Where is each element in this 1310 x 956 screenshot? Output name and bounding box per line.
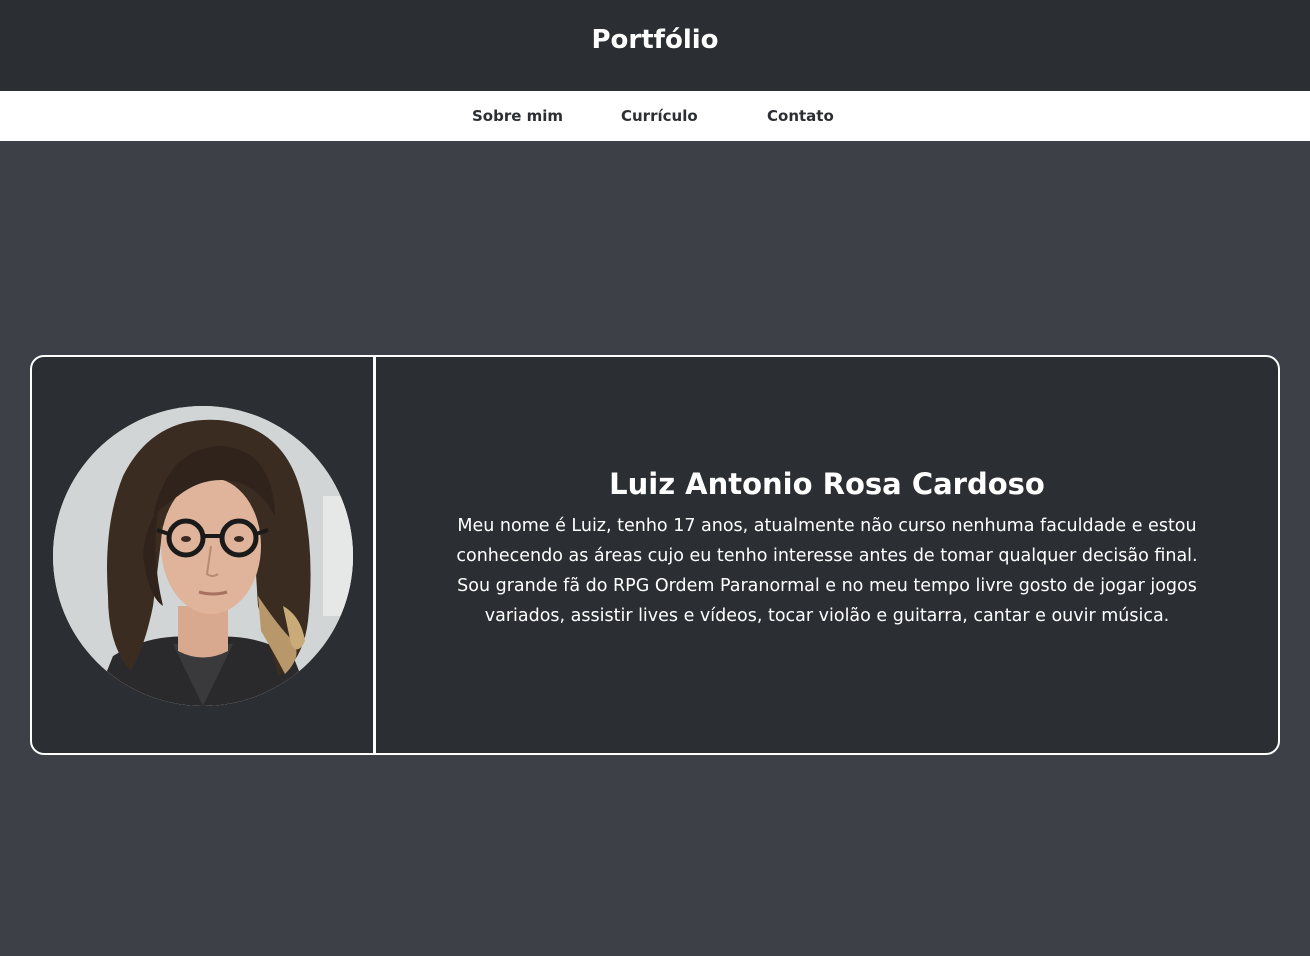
profile-photo-icon <box>53 406 353 706</box>
profile-name: Luiz Antonio Rosa Cardoso <box>609 467 1045 501</box>
bio-panel: Luiz Antonio Rosa Cardoso Meu nome é Lui… <box>376 357 1278 753</box>
profile-card: Luiz Antonio Rosa Cardoso Meu nome é Lui… <box>30 355 1280 755</box>
page-title: Portfólio <box>591 24 719 55</box>
avatar <box>53 406 353 706</box>
main-nav: Sobre mim Currículo Contato <box>0 91 1310 141</box>
site-header: Portfólio <box>0 0 1310 91</box>
nav-link-curriculo[interactable]: Currículo <box>621 107 698 125</box>
profile-bio: Meu nome é Luiz, tenho 17 anos, atualmen… <box>456 516 1198 626</box>
nav-link-sobre-mim[interactable]: Sobre mim <box>472 107 563 125</box>
nav-link-contato[interactable]: Contato <box>767 107 834 125</box>
photo-panel <box>32 357 376 753</box>
